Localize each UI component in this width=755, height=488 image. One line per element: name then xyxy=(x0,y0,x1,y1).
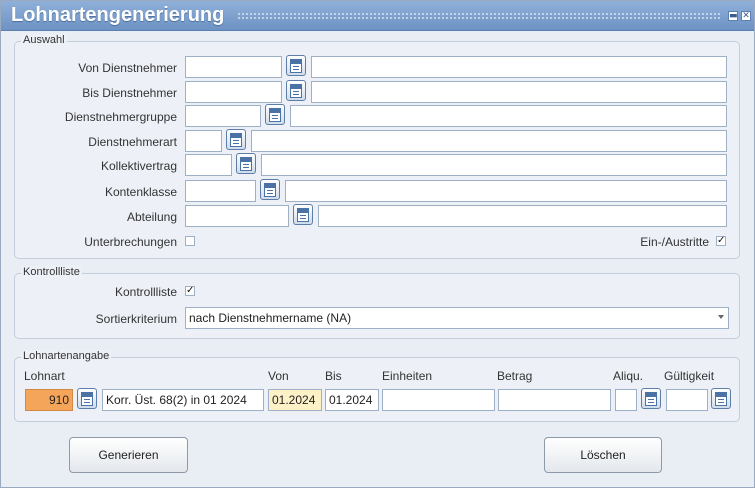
von-input[interactable]: 01.2024 xyxy=(268,389,322,411)
kollektivertrag-code-input[interactable] xyxy=(185,154,232,176)
header-von: Von xyxy=(268,369,289,383)
bis-dienstnehmer-label: Bis Dienstnehmer xyxy=(82,86,177,100)
von-dienstnehmer-label: Von Dienstnehmer xyxy=(78,61,177,75)
header-lohnart: Lohnart xyxy=(24,369,65,383)
loeschen-button[interactable]: Löschen xyxy=(544,437,662,473)
von-dienstnehmer-picker-icon[interactable] xyxy=(286,55,306,76)
abteilung-name-input[interactable] xyxy=(318,205,727,227)
kontenklasse-name-input[interactable] xyxy=(285,180,727,202)
dienstnehmergruppe-code-input[interactable] xyxy=(185,105,261,127)
bis-dienstnehmer-code-input[interactable] xyxy=(185,81,282,103)
bis-input[interactable]: 01.2024 xyxy=(325,389,379,411)
unterbrechungen-checkbox[interactable] xyxy=(185,236,195,246)
minimize-icon[interactable]: ▬ xyxy=(728,11,738,21)
dienstnehmergruppe-name-input[interactable] xyxy=(290,105,727,127)
bis-dienstnehmer-picker-icon[interactable] xyxy=(286,80,306,101)
dienstnehmergruppe-label: Dienstnehmergruppe xyxy=(64,110,177,124)
dienstnehmerart-code-input[interactable] xyxy=(185,130,222,152)
kollektivertrag-picker-icon[interactable] xyxy=(236,153,256,174)
sortierkriterium-select[interactable]: nach Dienstnehmername (NA) xyxy=(185,307,729,329)
kollektivertrag-label: Kollektivertrag xyxy=(100,159,177,173)
ein-austritte-checkbox[interactable]: ✓ xyxy=(716,236,726,246)
sortierkriterium-label: Sortierkriterium xyxy=(95,312,177,326)
title-bar: Lohnartengenerierung ▬ ✕ xyxy=(1,1,754,31)
chevron-down-icon xyxy=(718,315,724,319)
dienstnehmerart-name-input[interactable] xyxy=(251,130,727,152)
bis-dienstnehmer-name-input[interactable] xyxy=(311,81,727,103)
kontrollliste-checkbox[interactable]: ✓ xyxy=(185,286,195,296)
dienstnehmerart-picker-icon[interactable] xyxy=(226,129,246,150)
abteilung-label: Abteilung xyxy=(126,210,177,224)
betrag-input[interactable] xyxy=(498,389,611,411)
dienstnehmergruppe-picker-icon[interactable] xyxy=(265,104,285,125)
lohnart-name-input[interactable]: Korr. Üst. 68(2) in 01 2024 xyxy=(102,389,264,411)
header-bis: Bis xyxy=(325,369,342,383)
abteilung-code-input[interactable] xyxy=(185,205,289,227)
lohnart-picker-icon[interactable] xyxy=(77,388,97,409)
header-gueltigkeit: Gültigkeit xyxy=(664,369,715,383)
ein-austritte-label: Ein-/Austritte xyxy=(640,235,709,249)
generieren-button[interactable]: Generieren xyxy=(69,437,188,473)
sortierkriterium-value: nach Dienstnehmername (NA) xyxy=(189,311,352,325)
gueltigkeit-picker-icon[interactable] xyxy=(711,388,731,409)
von-dienstnehmer-code-input[interactable] xyxy=(185,56,282,78)
header-aliqu: Aliqu. xyxy=(613,369,644,383)
auswahl-legend: Auswahl xyxy=(21,34,67,46)
lohnartengenerierung-window: Lohnartengenerierung ▬ ✕ Auswahl Von Die… xyxy=(0,0,755,488)
einheiten-input[interactable] xyxy=(382,389,495,411)
title-bar-pattern xyxy=(237,12,721,21)
lohnartenangabe-legend: Lohnartenangabe xyxy=(21,350,112,362)
unterbrechungen-label: Unterbrechungen xyxy=(84,235,177,249)
abteilung-picker-icon[interactable] xyxy=(293,204,313,225)
lohnart-code-input[interactable]: 910 xyxy=(25,389,73,411)
header-betrag: Betrag xyxy=(497,369,533,383)
gueltigkeit-input[interactable] xyxy=(666,389,708,411)
header-einheiten: Einheiten xyxy=(382,369,433,383)
dienstnehmerart-label: Dienstnehmerart xyxy=(88,135,177,149)
aliqu-picker-icon[interactable] xyxy=(641,388,661,409)
window-title: Lohnartengenerierung xyxy=(11,4,225,26)
kontrollliste-legend: Kontrollliste xyxy=(21,266,82,278)
kontenklasse-label: Kontenklasse xyxy=(104,185,177,199)
kontrollliste-checkbox-label: Kontrollliste xyxy=(114,285,177,299)
kontrollliste-group xyxy=(14,273,740,339)
kontenklasse-code-input[interactable] xyxy=(185,180,256,202)
close-icon[interactable]: ✕ xyxy=(741,11,751,21)
kollektivertrag-name-input[interactable] xyxy=(261,154,727,176)
aliqu-input[interactable] xyxy=(615,389,637,411)
kontenklasse-picker-icon[interactable] xyxy=(260,179,280,200)
von-dienstnehmer-name-input[interactable] xyxy=(311,56,727,78)
